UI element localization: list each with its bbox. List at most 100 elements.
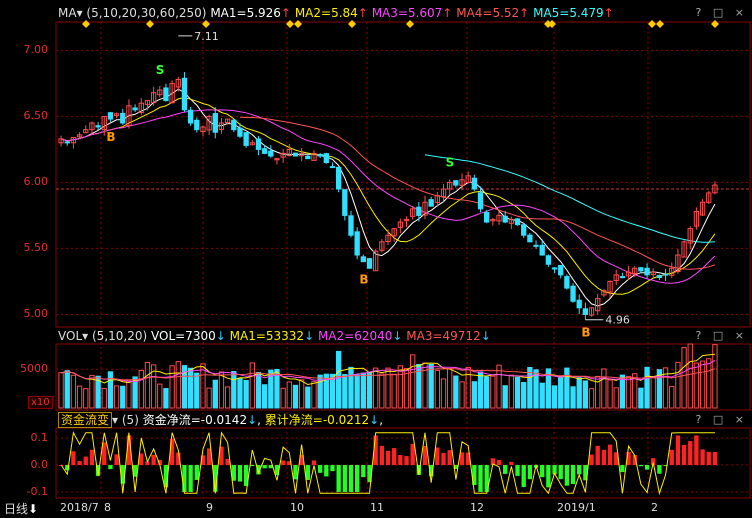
volume-bar: [625, 376, 632, 409]
volume-bar: [638, 387, 644, 409]
candle-body: [558, 264, 564, 276]
x-tick-label: 11: [370, 501, 384, 514]
candle-body: [527, 234, 533, 243]
volume-bar: [366, 372, 373, 409]
volume-bar: [286, 381, 292, 409]
main-panel-controls[interactable]: ? □ ×: [696, 6, 748, 19]
ma3-value: MA3=5.607: [371, 6, 443, 20]
flow-bar: [694, 435, 699, 466]
down-arrow-icon: ↓: [480, 329, 491, 343]
volume-bar: [373, 367, 379, 409]
vol-indicator-selector[interactable]: VOL: [58, 329, 82, 343]
main-legend: MA▾ (5,10,20,30,60,250) MA1=5.926↑ MA2=5…: [58, 4, 614, 22]
net-flow-value: 资金净流=-0.0142: [142, 413, 248, 427]
flow-indicator-selector[interactable]: 资金流变: [58, 412, 113, 428]
volume-bar: [218, 371, 225, 409]
volume-bar: [607, 379, 613, 409]
flow-bar: [496, 459, 502, 466]
flow-bar: [558, 465, 563, 480]
volume-bar: [403, 368, 410, 409]
flow-bar: [317, 465, 323, 473]
flow-bar: [441, 452, 446, 466]
flow-bar: [435, 447, 440, 466]
flow-bar: [262, 465, 267, 469]
flow-bar: [515, 465, 520, 476]
x-tick-label: 8: [104, 501, 111, 514]
flow-bar: [182, 465, 187, 492]
flow-bar: [675, 435, 681, 466]
flow-param: (5): [121, 413, 139, 427]
volume-bar: [490, 375, 496, 409]
candle-body: [231, 119, 237, 131]
flow-bar: [194, 465, 199, 480]
candle-body: [255, 138, 262, 150]
chart-canvas: 7.11 4.96 B S B S B: [55, 20, 751, 499]
ma-indicator-selector[interactable]: MA: [58, 6, 77, 20]
flow-bar: [355, 465, 360, 492]
flow-bar: [447, 450, 452, 466]
volume-bar: [551, 385, 558, 409]
flow-bar: [89, 449, 95, 466]
flow-bar: [151, 454, 156, 466]
flow-bar: [620, 465, 625, 473]
volume-bar: [613, 387, 619, 409]
down-arrow-icon: ↓: [215, 329, 226, 343]
flow-bar: [114, 454, 119, 466]
event-marker-icon: [656, 20, 664, 28]
candle-body: [95, 125, 101, 128]
volume-bar: [601, 368, 607, 409]
volume-bar: [335, 350, 342, 409]
flow-bar: [669, 449, 674, 466]
volume-bar: [558, 375, 564, 409]
dropdown-icon[interactable]: ▾: [82, 329, 88, 343]
candle-body: [619, 276, 626, 279]
volume-bar: [255, 371, 262, 409]
flow-bar: [410, 443, 415, 466]
candle-body: [484, 212, 490, 223]
vol-panel-controls[interactable]: ? □ ×: [696, 329, 748, 342]
x-tick-label: 9: [206, 501, 213, 514]
volume-bar: [496, 364, 502, 409]
period-selector[interactable]: 日线⬇: [4, 500, 38, 517]
volume-bar: [669, 385, 675, 409]
down-arrow-icon: ↓: [304, 329, 315, 343]
down-arrow-icon: ↓: [392, 329, 403, 343]
candle-body: [354, 231, 360, 256]
flow-bar: [71, 451, 76, 466]
volume-bar: [681, 347, 687, 409]
x-tick-label: 12: [470, 501, 484, 514]
volume-bar: [224, 386, 231, 409]
flow-bar: [607, 444, 613, 466]
volume-bar: [163, 388, 169, 409]
volume-bar: [212, 379, 218, 409]
volume-bar: [107, 371, 114, 409]
flow-bar: [77, 461, 82, 466]
x-tick-label: 2: [651, 501, 658, 514]
candle-body: [416, 206, 422, 216]
flow-bar: [108, 465, 113, 470]
dropdown-icon[interactable]: ▾: [77, 6, 83, 20]
flow-bar: [644, 465, 650, 470]
dropdown-icon[interactable]: ▾: [112, 413, 118, 427]
volume-bar: [644, 366, 650, 409]
flow-bar: [712, 451, 718, 466]
flow-panel-controls[interactable]: ? □ ×: [696, 413, 748, 426]
up-arrow-icon: ↑: [357, 6, 368, 20]
candle-body: [360, 256, 366, 263]
flow-bar: [657, 465, 662, 474]
candle-body: [120, 112, 126, 124]
candle-body: [268, 150, 274, 157]
flow-bar: [348, 465, 354, 492]
flow-bar: [342, 465, 347, 492]
vol-ma2-value: MA2=62040: [317, 329, 393, 343]
candle-body: [428, 199, 434, 207]
y-tick-label: 6.00: [23, 175, 49, 189]
volume-bar: [280, 387, 286, 409]
high-price-label: 7.11: [194, 30, 219, 43]
vol-unit-badge: x10: [28, 396, 53, 409]
sell-signal: S: [156, 63, 165, 77]
flow-bar: [188, 465, 193, 492]
flow-bar: [293, 465, 298, 480]
volume-bar: [619, 374, 626, 409]
down-arrow-icon: ↓: [369, 413, 380, 427]
